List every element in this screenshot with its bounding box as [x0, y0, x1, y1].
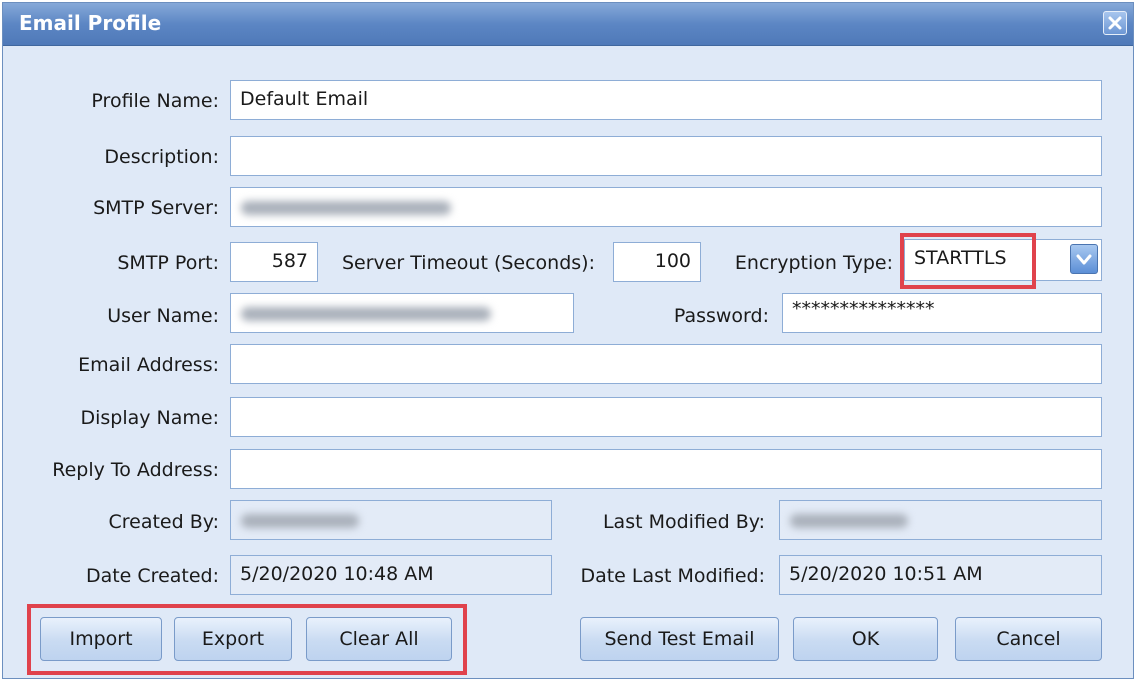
description-label: Description: — [104, 146, 219, 168]
profile-name-input[interactable]: Default Email — [230, 80, 1102, 120]
redacted-value — [790, 514, 908, 528]
encryption-type-label: Encryption Type: — [734, 252, 893, 274]
cancel-button[interactable]: Cancel — [955, 617, 1102, 661]
last-modified-by-field — [779, 500, 1102, 540]
password-input[interactable]: *************** — [782, 293, 1102, 333]
chevron-down-icon — [1076, 254, 1092, 265]
date-created-field: 5/20/2020 10:48 AM — [230, 555, 552, 595]
email-address-label: Email Address: — [78, 354, 219, 376]
dropdown-button[interactable] — [1070, 244, 1098, 274]
encryption-type-highlight — [900, 233, 1036, 289]
profile-name-label: Profile Name: — [91, 90, 219, 112]
email-address-input[interactable] — [230, 344, 1102, 384]
title-bar[interactable]: Email Profile — [3, 3, 1133, 46]
smtp-server-input[interactable] — [230, 187, 1102, 227]
smtp-port-input[interactable]: 587 — [230, 242, 318, 282]
date-last-modified-label: Date Last Modified: — [580, 565, 765, 587]
created-by-field — [230, 500, 552, 540]
window-title: Email Profile — [19, 11, 162, 35]
email-profile-dialog: Email Profile Profile Name: Default Emai… — [2, 2, 1134, 679]
display-name-label: Display Name: — [80, 407, 219, 429]
redacted-value — [241, 201, 451, 215]
date-last-modified-field: 5/20/2020 10:51 AM — [779, 555, 1102, 595]
description-input[interactable] — [230, 136, 1102, 176]
reply-to-label: Reply To Address: — [52, 459, 219, 481]
send-test-email-button[interactable]: Send Test Email — [580, 617, 779, 661]
redacted-value — [241, 307, 491, 321]
user-name-label: User Name: — [107, 305, 219, 327]
last-modified-by-label: Last Modified By: — [602, 511, 765, 533]
close-button[interactable] — [1103, 11, 1127, 35]
date-created-label: Date Created: — [85, 565, 219, 587]
redacted-value — [241, 514, 359, 528]
server-timeout-input[interactable]: 100 — [613, 242, 701, 282]
reply-to-input[interactable] — [230, 449, 1102, 489]
password-label: Password: — [673, 305, 769, 327]
server-timeout-label: Server Timeout (Seconds): — [341, 252, 595, 274]
created-by-label: Created By: — [108, 511, 219, 533]
ok-button[interactable]: OK — [793, 617, 938, 661]
smtp-server-label: SMTP Server: — [93, 197, 219, 219]
close-icon — [1108, 16, 1122, 30]
smtp-port-label: SMTP Port: — [117, 252, 219, 274]
import-export-highlight — [27, 604, 467, 675]
display-name-input[interactable] — [230, 397, 1102, 437]
user-name-input[interactable] — [230, 293, 574, 333]
